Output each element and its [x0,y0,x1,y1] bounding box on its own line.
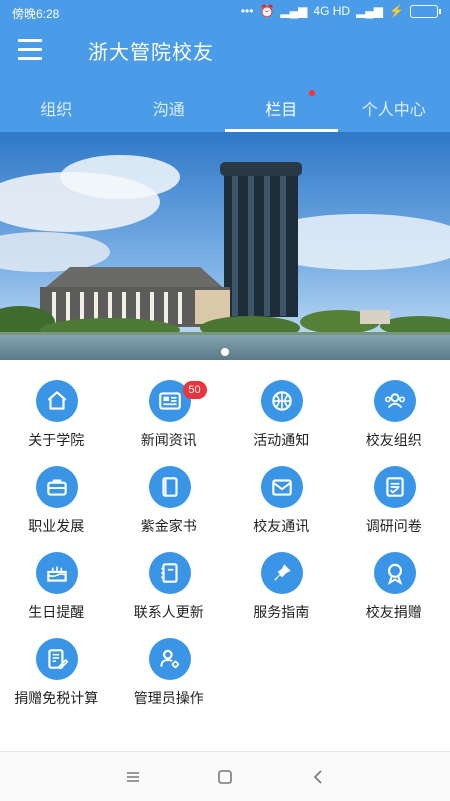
home-icon [36,380,78,422]
menu-alumni-newsletter[interactable]: 校友通讯 [225,458,338,544]
menu-contact-update[interactable]: 联系人更新 [113,544,226,630]
menu-about-college[interactable]: 关于学院 [0,372,113,458]
mail-icon [261,466,303,508]
charging-icon: ⚡ [389,4,404,18]
award-icon [374,552,416,594]
menu-donation-tax-calculator[interactable]: 捐赠免税计算 [0,630,113,716]
pin-icon [261,552,303,594]
menu-admin-operations[interactable]: 管理员操作 [113,630,226,716]
system-nav-bar [0,751,450,801]
signal-icon: ▂▄▆ [280,4,307,18]
tab-bar: 组织 沟通 栏目 个人中心 [0,74,450,132]
carousel-indicator-dot[interactable] [221,348,229,356]
status-time: 傍晚6:28 [12,5,59,22]
cake-icon [36,552,78,594]
menu-icon[interactable] [16,39,44,61]
tab-organization[interactable]: 组织 [0,74,113,132]
app-bar: 浙大管院校友 [0,26,450,74]
network-label: 4G HD [313,4,350,18]
notification-dot [309,90,315,96]
status-bar: 傍晚6:28 ••• ⏰ ▂▄▆ 4G HD ▂▄▆ ⚡ [0,0,450,26]
back-icon[interactable] [308,766,330,788]
alarm-icon: ⏰ [259,4,274,18]
status-icons: ••• ⏰ ▂▄▆ 4G HD ▂▄▆ ⚡ [241,4,438,18]
menu-activity-notice[interactable]: 活动通知 [225,372,338,458]
campus-photo [0,132,450,360]
empty-cell [338,630,450,716]
basketball-icon [261,380,303,422]
menu-career[interactable]: 职业发展 [0,458,113,544]
menu-survey[interactable]: 调研问卷 [338,458,450,544]
menu-alumni-org[interactable]: 校友组织 [338,372,450,458]
menu-service-guide[interactable]: 服务指南 [225,544,338,630]
admin-user-icon [149,638,191,680]
more-dots-icon: ••• [241,4,254,18]
briefcase-icon [36,466,78,508]
tab-communication[interactable]: 沟通 [113,74,226,132]
menu-grid: 关于学院 50 新闻资讯 活动通知 校友组织 职业发展 [0,372,450,716]
app-title: 浙大管院校友 [88,36,214,65]
empty-cell [225,630,338,716]
home-button-icon[interactable] [214,766,236,788]
recent-apps-icon[interactable] [122,766,144,788]
menu-alumni-donation[interactable]: 校友捐赠 [338,544,450,630]
book-icon [149,466,191,508]
menu-birthday-reminder[interactable]: 生日提醒 [0,544,113,630]
calculator-edit-icon [36,638,78,680]
signal-icon-2: ▂▄▆ [356,4,383,18]
tab-personal-center[interactable]: 个人中心 [338,74,450,132]
menu-news[interactable]: 50 新闻资讯 [113,372,226,458]
battery-icon [410,5,438,18]
survey-icon [374,466,416,508]
menu-zijin-letters[interactable]: 紫金家书 [113,458,226,544]
news-count-badge: 50 [183,381,207,399]
tab-columns[interactable]: 栏目 [225,74,338,132]
contacts-icon [149,552,191,594]
group-icon [374,380,416,422]
banner-carousel[interactable] [0,132,450,360]
